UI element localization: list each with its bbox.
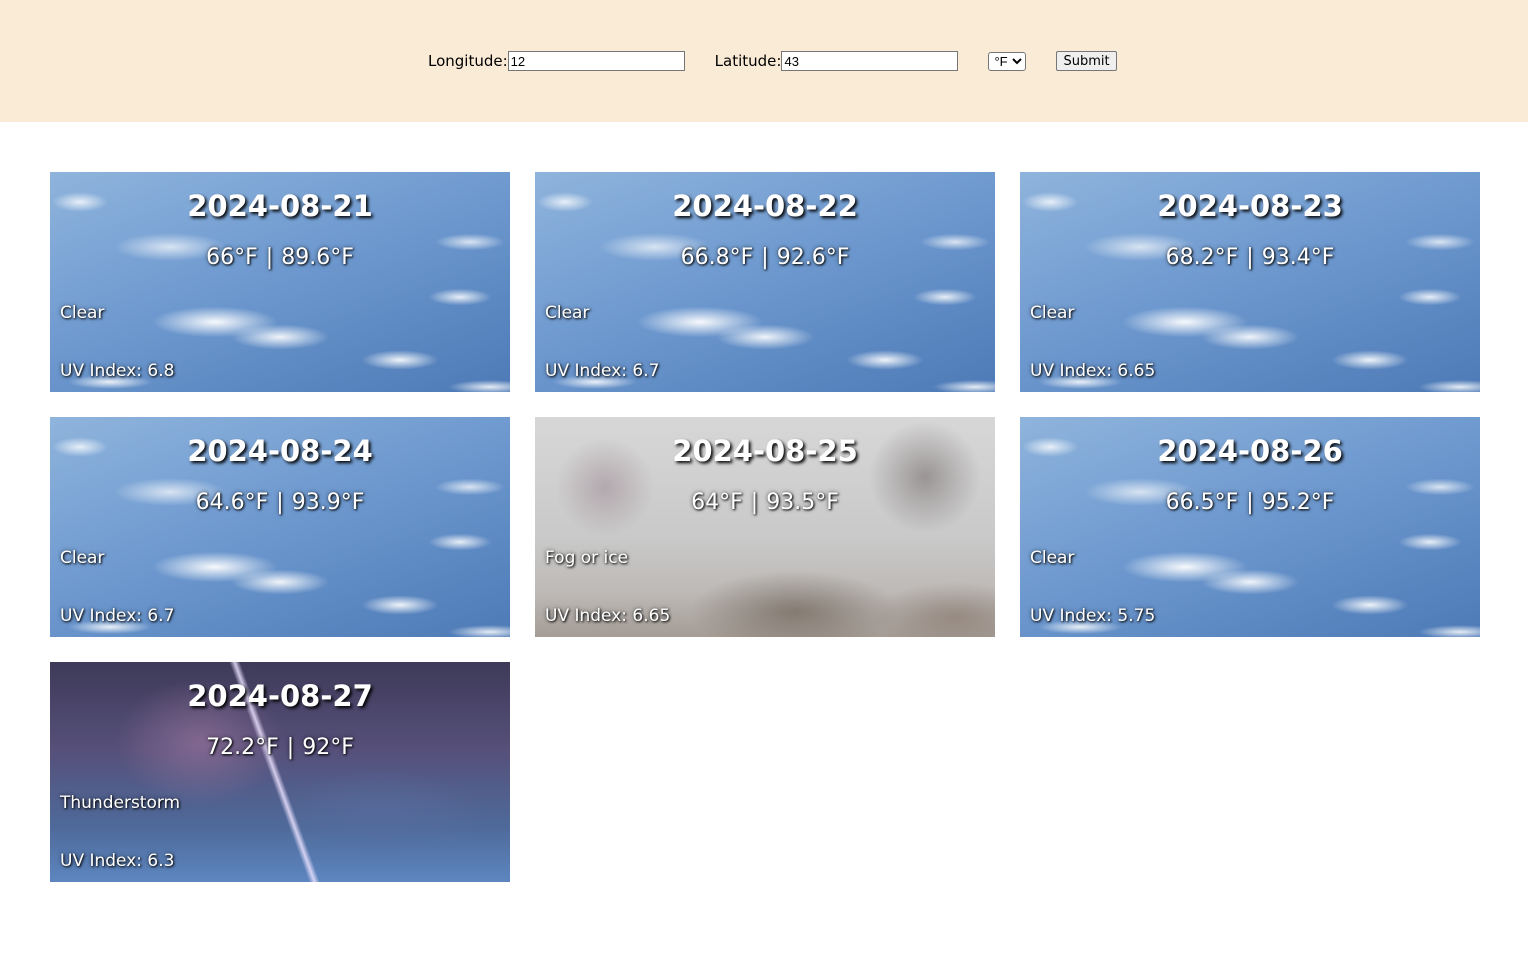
temp-high: 95.2°F [1261, 490, 1335, 515]
uv-index: UV Index: 6.8 [60, 361, 175, 381]
weather-condition: Fog or ice [545, 548, 629, 568]
temp-high: 92°F [302, 735, 354, 760]
forecast-card: 2024-08-22 66.8°F | 92.6°F Clear UV Index:… [535, 172, 995, 392]
temp-low: 72.2°F [206, 735, 279, 760]
weather-condition: Clear [1030, 548, 1075, 568]
temp-separator: | [286, 735, 295, 760]
weather-condition: Clear [60, 303, 105, 323]
temperature-range: 66°F | 89.6°F [50, 244, 510, 272]
forecast-date: 2024-08-22 [672, 189, 858, 223]
weather-condition: Thunderstorm [60, 793, 181, 813]
forecast-date: 2024-08-26 [1157, 434, 1343, 468]
uv-index: UV Index: 5.75 [1030, 606, 1156, 626]
unit-select[interactable]: °F [988, 51, 1027, 71]
temperature-range: 66.5°F | 95.2°F [1020, 489, 1480, 517]
uv-index: UV Index: 6.3 [60, 851, 175, 871]
uv-index: UV Index: 6.7 [60, 606, 175, 626]
temp-separator: | [276, 490, 284, 515]
forecast-date: 2024-08-21 [187, 189, 373, 223]
location-header: Longitude: Latitude: °F Submit [0, 0, 1528, 122]
temp-low: 66°F [206, 245, 258, 270]
forecast-grid: 2024-08-21 66°F | 89.6°F Clear UV Index: 6… [50, 172, 1480, 882]
temp-high: 92.6°F [776, 245, 850, 270]
forecast-card: 2024-08-26 66.5°F | 95.2°F Clear UV Index:… [1020, 417, 1480, 637]
longitude-label: Longitude: [428, 52, 508, 70]
uv-index: UV Index: 6.65 [545, 606, 671, 626]
uv-index: UV Index: 6.65 [1030, 361, 1156, 381]
forecast-card: 2024-08-25 64°F | 93.5°F Fog or ice UV Ind… [535, 417, 995, 637]
temp-high: 93.5°F [766, 490, 839, 515]
submit-button[interactable]: Submit [1056, 51, 1117, 71]
weather-condition: Clear [1030, 303, 1075, 323]
uv-index: UV Index: 6.7 [545, 361, 660, 381]
weather-condition: Clear [60, 548, 105, 568]
weather-condition: Clear [545, 303, 590, 323]
temp-low: 68.2°F [1165, 245, 1239, 270]
temp-high: 93.9°F [291, 490, 365, 515]
latitude-label: Latitude: [714, 52, 782, 70]
temp-low: 64°F [691, 490, 743, 515]
longitude-input[interactable] [507, 51, 685, 71]
temp-low: 66.8°F [680, 245, 754, 270]
temperature-range: 64°F | 93.5°F [535, 489, 995, 517]
temp-separator: | [1246, 490, 1254, 515]
latitude-input[interactable] [781, 51, 959, 71]
temp-separator: | [1246, 245, 1254, 270]
temp-separator: | [761, 245, 769, 270]
temp-low: 66.5°F [1165, 490, 1239, 515]
temp-separator: | [750, 490, 759, 515]
location-form: Longitude: Latitude: °F Submit [428, 50, 1117, 72]
temperature-range: 72.2°F | 92°F [50, 734, 510, 762]
forecast-date: 2024-08-24 [187, 434, 373, 468]
temp-low: 64.6°F [195, 490, 269, 515]
temp-high: 89.6°F [281, 245, 354, 270]
forecast-card: 2024-08-21 66°F | 89.6°F Clear UV Index: 6… [50, 172, 510, 392]
forecast-date: 2024-08-27 [187, 679, 373, 713]
temp-high: 93.4°F [1261, 245, 1335, 270]
temp-separator: | [265, 245, 274, 270]
temperature-range: 66.8°F | 92.6°F [535, 244, 995, 272]
forecast-date: 2024-08-25 [672, 434, 858, 468]
forecast-card: 2024-08-24 64.6°F | 93.9°F Clear UV Index:… [50, 417, 510, 637]
temperature-range: 68.2°F | 93.4°F [1020, 244, 1480, 272]
forecast-card: 2024-08-27 72.2°F | 92°F Thunderstorm UV I… [50, 662, 510, 882]
forecast-card: 2024-08-23 68.2°F | 93.4°F Clear UV Index:… [1020, 172, 1480, 392]
forecast-date: 2024-08-23 [1157, 189, 1343, 223]
temperature-range: 64.6°F | 93.9°F [50, 489, 510, 517]
